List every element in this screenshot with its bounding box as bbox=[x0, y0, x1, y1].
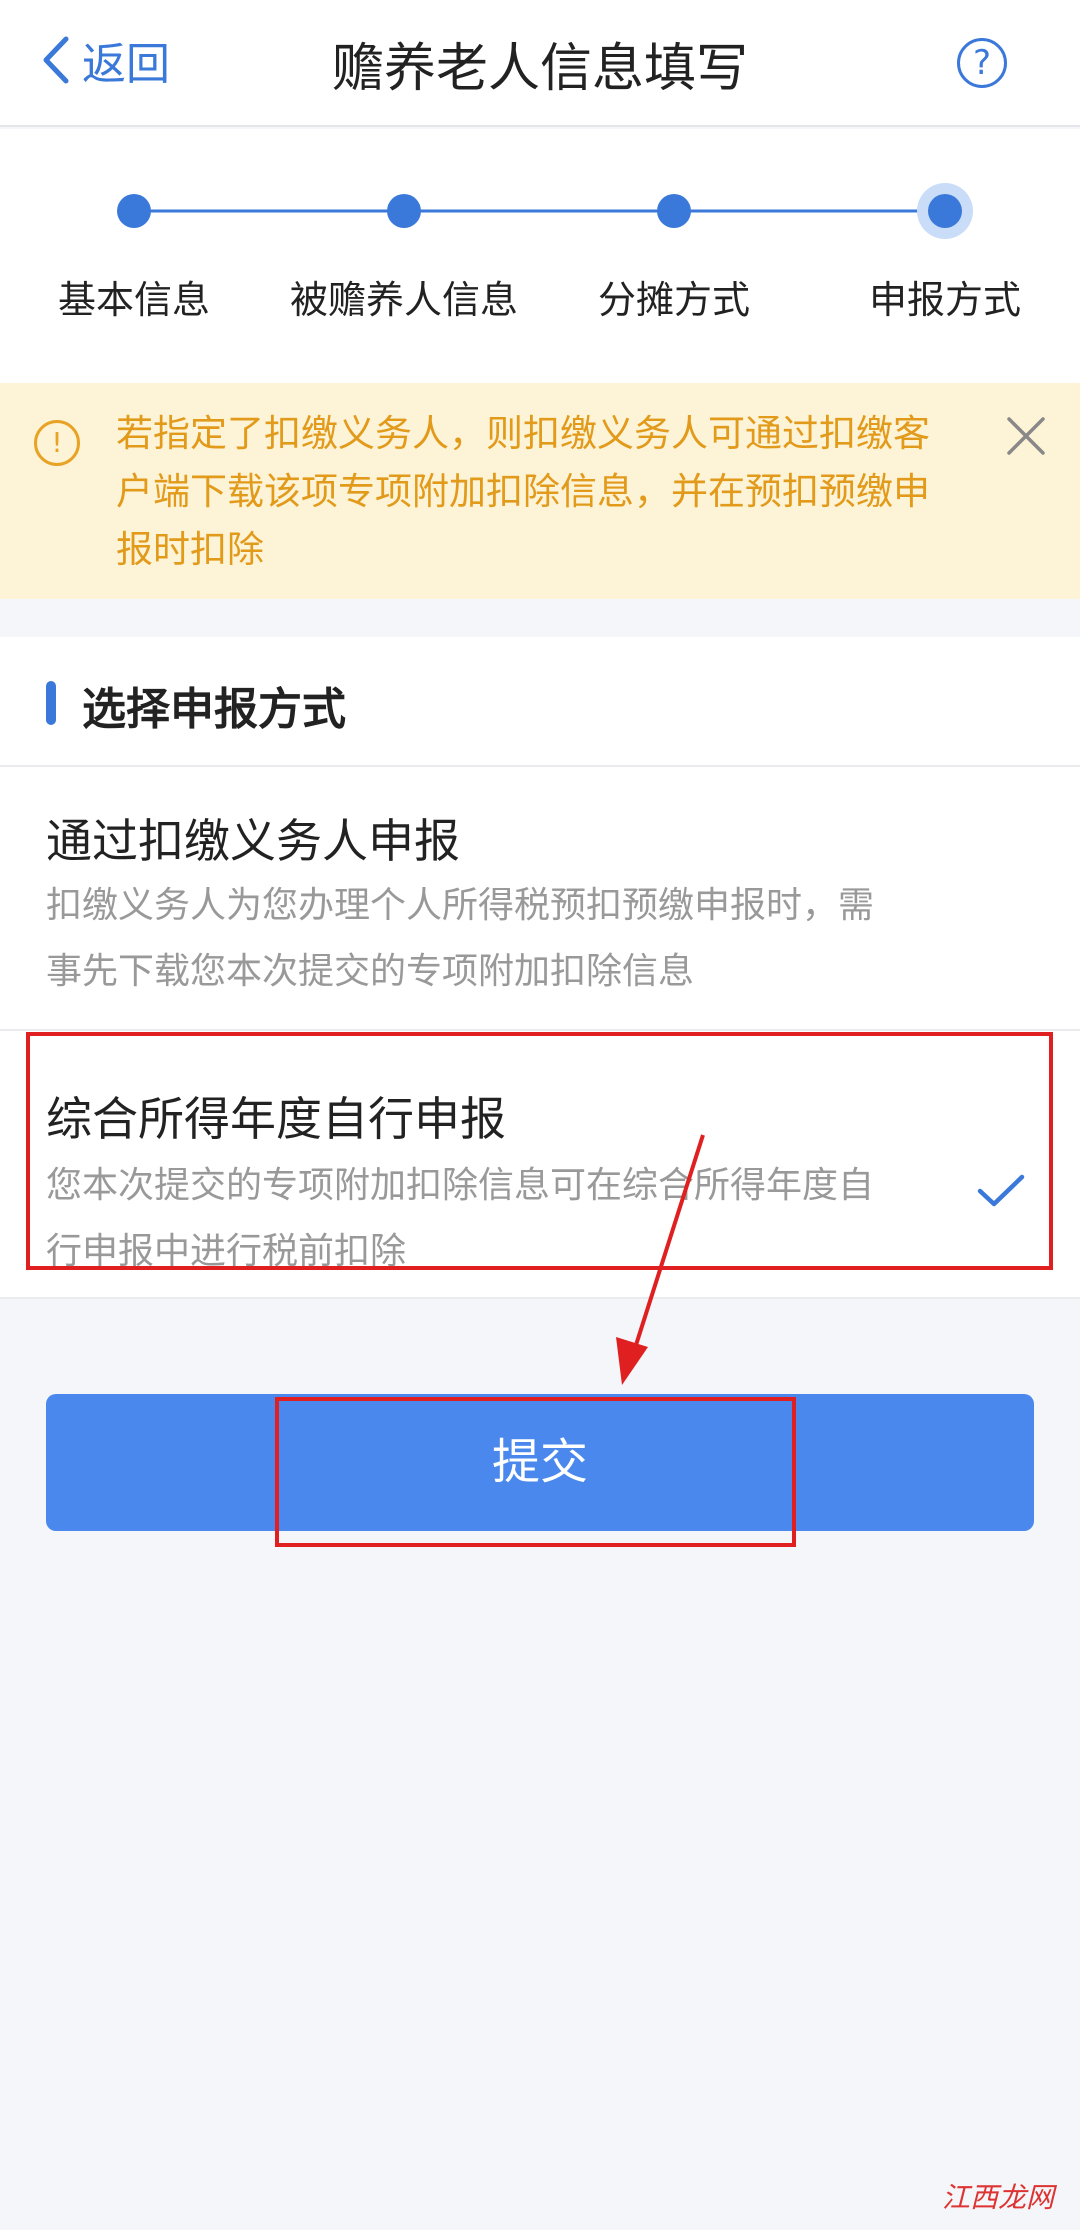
warning-icon: ! bbox=[34, 420, 80, 466]
help-icon[interactable]: ? bbox=[957, 38, 1007, 88]
step-label-filing-method: 申报方式 bbox=[868, 278, 1022, 322]
option-title: 通过扣缴义务人申报 bbox=[46, 814, 460, 868]
step-dot-2 bbox=[387, 194, 421, 228]
option-withholding-agent[interactable]: 通过扣缴义务人申报 扣缴义务人为您办理个人所得税预扣预缴申报时，需事先下载您本次… bbox=[0, 769, 1080, 1031]
step-track bbox=[117, 183, 973, 239]
filing-method-section: 选择申报方式 通过扣缴义务人申报 扣缴义务人为您办理个人所得税预扣预缴申报时，需… bbox=[0, 637, 1080, 1299]
step-progress: 基本信息 被赡养人信息 分摊方式 申报方式 bbox=[0, 129, 1080, 383]
section-title: 选择申报方式 bbox=[82, 684, 346, 735]
close-icon[interactable] bbox=[1005, 415, 1047, 457]
step-label-allocation: 分摊方式 bbox=[597, 278, 751, 322]
option-description: 您本次提交的专项附加扣除信息可在综合所得年度自行申报中进行税前扣除 bbox=[46, 1165, 875, 1272]
page-title: 赡养老人信息填写 bbox=[331, 39, 748, 99]
step-dot-4 bbox=[928, 194, 962, 228]
watermark: 江西龙网 bbox=[942, 2181, 1055, 2214]
step-label-dependent-info: 被赡养人信息 bbox=[289, 278, 519, 322]
option-description: 扣缴义务人为您办理个人所得税预扣预缴申报时，需事先下载您本次提交的专项附加扣除信… bbox=[46, 885, 875, 992]
section-header: 选择申报方式 bbox=[0, 637, 1080, 767]
step-dot-1 bbox=[117, 194, 151, 228]
notice-banner: ! 若指定了扣缴义务人，则扣缴义务人可通过扣缴客户端下载该项专项附加扣除信息，并… bbox=[0, 383, 1080, 599]
step-label-basic-info: 基本信息 bbox=[57, 278, 211, 322]
step-dot-3 bbox=[657, 194, 691, 228]
option-title: 综合所得年度自行申报 bbox=[46, 1092, 506, 1146]
checkmark-icon bbox=[977, 1174, 1025, 1207]
nav-bar: 返回 赡养老人信息填写 ? bbox=[0, 0, 1080, 127]
submit-button[interactable]: 提交 bbox=[46, 1394, 1034, 1531]
section-accent-bar bbox=[46, 681, 56, 725]
option-annual-self-filing[interactable]: 综合所得年度自行申报 您本次提交的专项附加扣除信息可在综合所得年度自行申报中进行… bbox=[0, 1033, 1080, 1299]
notice-text: 若指定了扣缴义务人，则扣缴义务人可通过扣缴客户端下载该项专项附加扣除信息，并在预… bbox=[116, 412, 930, 571]
